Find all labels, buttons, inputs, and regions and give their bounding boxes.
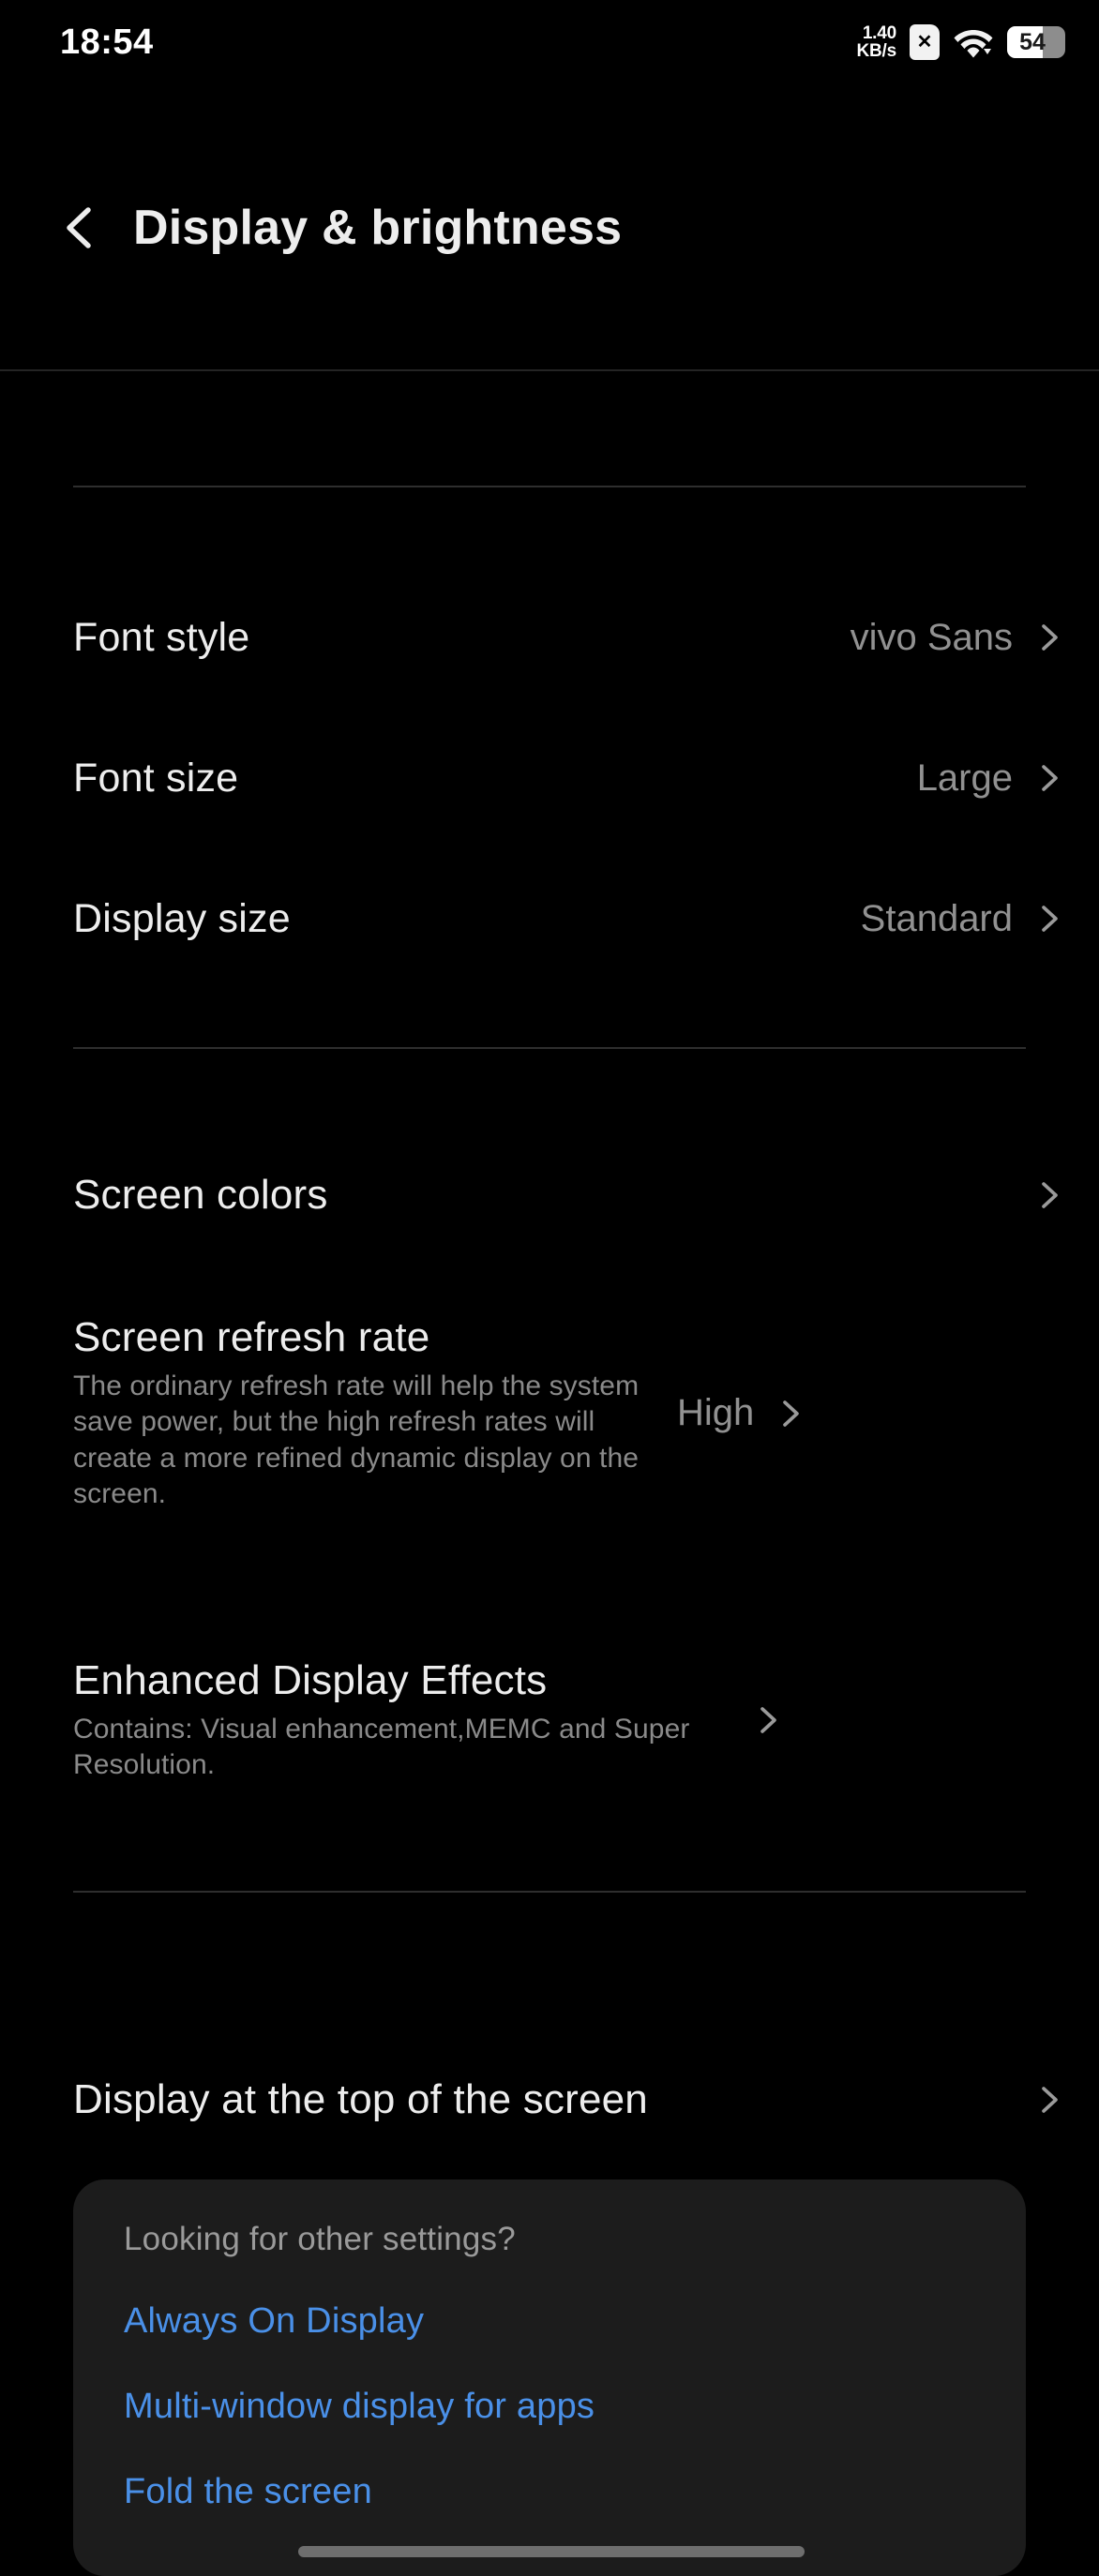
wifi-icon	[953, 24, 994, 60]
chevron-right-icon	[1033, 903, 1065, 935]
row-value: Standard	[860, 897, 1013, 939]
row-description: The ordinary refresh rate will help the …	[73, 1370, 640, 1509]
row-font-size[interactable]: Font size Large	[0, 731, 1099, 825]
network-speed-unit: KB/s	[856, 41, 897, 61]
row-screen-refresh-rate-main: Screen refresh rate The ordinary refresh…	[73, 1314, 655, 1513]
chevron-right-icon	[1033, 622, 1065, 653]
row-title: Font style	[73, 614, 250, 660]
row-display-at-top-of-screen-main: Display at the top of the screen	[73, 2076, 1011, 2123]
link-always-on-display[interactable]: Always On Display	[124, 2301, 975, 2342]
status-bar-icons: 1.40 KB/s ✕ 54	[856, 22, 1065, 61]
chevron-right-icon	[752, 1704, 784, 1736]
row-screen-colors-right	[1033, 1179, 1065, 1211]
battery-icon: 54	[1007, 26, 1065, 58]
row-display-at-top-of-screen[interactable]: Display at the top of the screen	[0, 2053, 1099, 2147]
row-font-style-main: Font style	[73, 615, 828, 661]
row-display-size[interactable]: Display size Standard	[0, 872, 1099, 966]
status-bar: 18:54 1.40 KB/s ✕ 54	[0, 0, 1099, 84]
page-header: Display & brightness	[0, 84, 1099, 370]
row-display-at-top-of-screen-right	[1033, 2084, 1065, 2116]
row-font-size-main: Font size	[73, 756, 895, 801]
row-value: High	[677, 1392, 755, 1433]
row-display-size-right: Standard	[861, 898, 1065, 940]
row-font-style[interactable]: Font style vivo Sans	[0, 591, 1099, 684]
other-settings-card-title: Looking for other settings?	[124, 2221, 516, 2257]
row-value: Large	[916, 756, 1013, 799]
row-title: Enhanced Display Effects	[73, 1656, 548, 1703]
row-value: vivo Sans	[850, 616, 1013, 658]
row-screen-colors[interactable]: Screen colors	[0, 1148, 1099, 1242]
chevron-right-icon	[775, 1398, 806, 1430]
link-multi-window-display-for-apps[interactable]: Multi-window display for apps	[124, 2387, 975, 2427]
home-indicator[interactable]	[298, 2546, 805, 2557]
row-screen-colors-main: Screen colors	[73, 1172, 1011, 1219]
row-title: Display size	[73, 895, 291, 941]
row-title: Screen colors	[73, 1172, 328, 1218]
header-divider	[0, 369, 1099, 371]
chevron-right-icon	[1033, 1179, 1065, 1211]
network-speed-indicator: 1.40 KB/s	[856, 22, 897, 61]
row-display-size-main: Display size	[73, 896, 838, 942]
display-brightness-settings-screen: 18:54 1.40 KB/s ✕ 54 Display & brightnes…	[0, 0, 1099, 2576]
row-screen-refresh-rate[interactable]: Screen refresh rate The ordinary refresh…	[0, 1289, 1099, 1537]
status-bar-clock: 18:54	[60, 22, 154, 62]
row-enhanced-display-effects-main: Enhanced Display Effects Contains: Visua…	[73, 1657, 730, 1784]
network-speed-value: 1.40	[862, 22, 896, 43]
section-divider-top	[73, 486, 1026, 487]
battery-percent-label: 54	[1019, 28, 1046, 55]
row-title: Display at the top of the screen	[73, 2076, 648, 2122]
row-title: Font size	[73, 755, 239, 801]
sim-card-x-icon: ✕	[910, 24, 940, 60]
section-divider-bottom	[73, 1891, 1026, 1893]
back-chevron-icon[interactable]	[56, 202, 107, 253]
chevron-right-icon	[1033, 762, 1065, 794]
row-screen-refresh-rate-right: High	[677, 1392, 806, 1434]
sim-card-x-glyph: ✕	[916, 32, 933, 52]
chevron-right-icon	[1033, 2084, 1065, 2116]
page-title: Display & brightness	[133, 200, 623, 255]
row-title: Screen refresh rate	[73, 1313, 430, 1360]
link-fold-the-screen[interactable]: Fold the screen	[124, 2472, 975, 2512]
row-description: Contains: Visual enhancement,MEMC and Su…	[73, 1713, 690, 1780]
row-enhanced-display-effects[interactable]: Enhanced Display Effects Contains: Visua…	[0, 1650, 1099, 1790]
section-divider-middle	[73, 1047, 1026, 1049]
row-font-style-right: vivo Sans	[851, 617, 1065, 659]
row-enhanced-display-effects-right	[752, 1704, 784, 1736]
other-settings-card: Looking for other settings? Always On Di…	[73, 2179, 1026, 2576]
row-font-size-right: Large	[917, 757, 1065, 800]
